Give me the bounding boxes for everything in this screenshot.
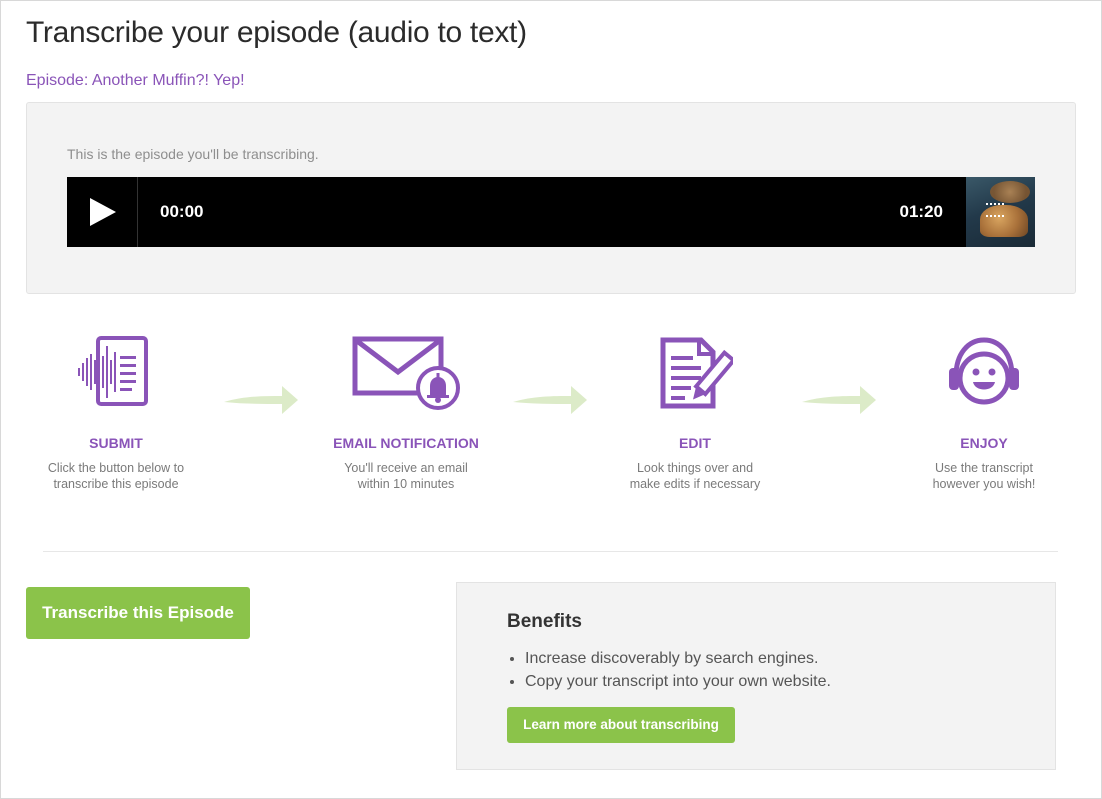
benefits-list: Increase discoverably by search engines.… — [525, 647, 831, 693]
arrow-right-icon — [802, 386, 876, 414]
step-submit: SUBMIT Click the button below to transcr… — [26, 336, 206, 492]
step-desc-line: within 10 minutes — [357, 477, 455, 491]
play-button[interactable] — [67, 177, 138, 247]
step-description: Click the button below to transcribe thi… — [26, 460, 206, 492]
benefits-title: Benefits — [507, 611, 582, 632]
step-desc-line: Use the transcript — [935, 461, 1033, 475]
transcribe-episode-button[interactable]: Transcribe this Episode — [26, 587, 250, 639]
benefit-item: Increase discoverably by search engines. — [525, 647, 831, 670]
step-description: Look things over and make edits if neces… — [605, 460, 785, 492]
headphones-smiley-icon — [949, 337, 1019, 405]
step-edit: EDIT Look things over and make edits if … — [605, 336, 785, 492]
play-icon — [90, 198, 116, 226]
step-desc-line: Look things over and — [636, 461, 754, 475]
arrow-right-icon — [224, 386, 298, 414]
step-description: Use the transcript however you wish! — [894, 460, 1074, 492]
step-title: ENJOY — [960, 435, 1008, 451]
step-title: EDIT — [679, 435, 711, 451]
step-description: You'll receive an email within 10 minute… — [316, 460, 496, 492]
episode-artwork — [966, 177, 1035, 247]
step-desc-line: You'll receive an email — [344, 461, 468, 475]
arrow-right-icon — [513, 386, 587, 414]
step-desc-line: make edits if necessary — [629, 477, 761, 491]
page-title: Transcribe your episode (audio to text) — [26, 16, 527, 49]
envelope-bell-icon — [352, 336, 460, 410]
audio-document-icon — [78, 336, 148, 406]
document-pen-icon — [660, 337, 733, 409]
process-steps: SUBMIT Click the button below to transcr… — [26, 336, 1076, 506]
episode-panel: This is the episode you'll be transcribi… — [26, 102, 1076, 294]
audio-player: 00:00 01:20 — [67, 177, 1035, 247]
learn-more-button[interactable]: Learn more about transcribing — [507, 707, 735, 743]
benefits-panel: Benefits Increase discoverably by search… — [456, 582, 1056, 770]
step-title: EMAIL NOTIFICATION — [333, 435, 479, 451]
section-divider — [43, 551, 1058, 552]
episode-note: This is the episode you'll be transcribi… — [67, 146, 319, 162]
step-desc-line: transcribe this episode — [53, 477, 179, 491]
step-desc-line: Click the button below to — [47, 461, 185, 475]
step-enjoy: ENJOY Use the transcript however you wis… — [894, 336, 1074, 492]
step-title: SUBMIT — [89, 435, 143, 451]
current-time: 00:00 — [160, 202, 204, 221]
total-time: 01:20 — [899, 202, 943, 221]
step-desc-line: however you wish! — [932, 477, 1036, 491]
episode-link[interactable]: Episode: Another Muffin?! Yep! — [26, 72, 245, 90]
step-email-notification: EMAIL NOTIFICATION You'll receive an ema… — [316, 336, 496, 492]
benefit-item: Copy your transcript into your own websi… — [525, 670, 831, 693]
